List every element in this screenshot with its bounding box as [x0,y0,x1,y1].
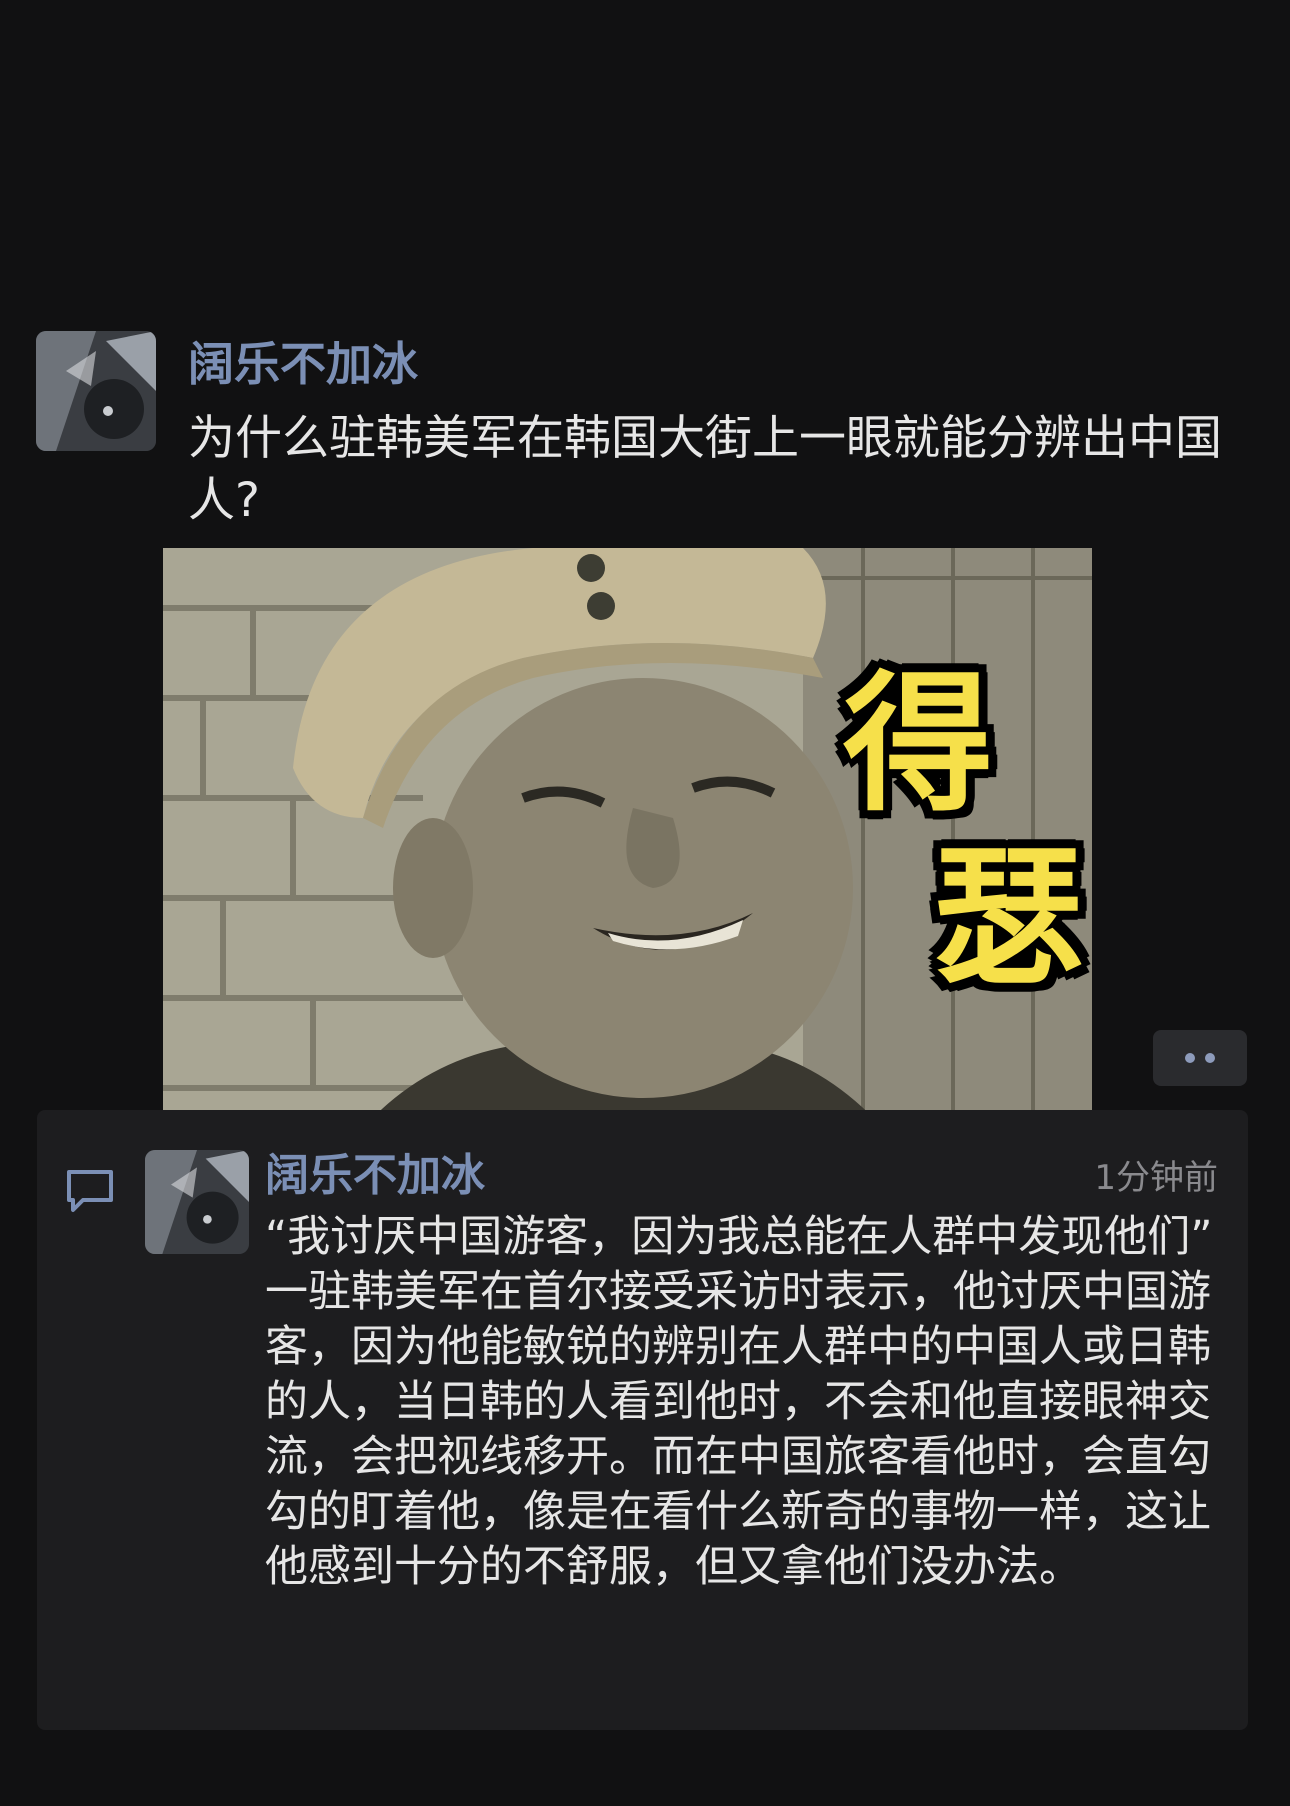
comment-quote: “我讨厌中国游客，因为我总能在人群中发现他们” [265,1212,1213,1262]
meme-caption-bottom: 瑟 [933,831,1084,1005]
more-button[interactable] [1153,1030,1247,1086]
comment-text: 一驻韩美军在首尔接受采访时表示，他讨厌中国游客，因为他能敏锐的辨别在人群中的中国… [265,1267,1211,1592]
post-author-avatar[interactable] [36,331,156,451]
avatar-image [36,331,156,451]
more-dots-icon-dot [1205,1053,1215,1063]
comment-panel: 阔乐不加冰 1分钟前 “我讨厌中国游客，因为我总能在人群中发现他们” 一驻韩美军… [37,1110,1248,1730]
comment-body: “我讨厌中国游客，因为我总能在人群中发现他们” 一驻韩美军在首尔接受采访时表示，… [265,1210,1225,1595]
meme-caption-top: 得 [843,658,994,832]
post-author-name[interactable]: 阔乐不加冰 [188,334,418,394]
comment-author-avatar[interactable] [145,1150,249,1254]
avatar-image [145,1150,249,1254]
more-dots-icon [1185,1053,1195,1063]
post-image[interactable]: 得 瑟 [163,548,1092,1128]
comment-timestamp: 1分钟前 [1094,1158,1218,1198]
comment-author-name[interactable]: 阔乐不加冰 [265,1148,485,1204]
post-text: 为什么驻韩美军在韩国大街上一眼就能分辨出中国人? [188,411,1222,528]
comment-bubble-icon [67,1170,113,1212]
